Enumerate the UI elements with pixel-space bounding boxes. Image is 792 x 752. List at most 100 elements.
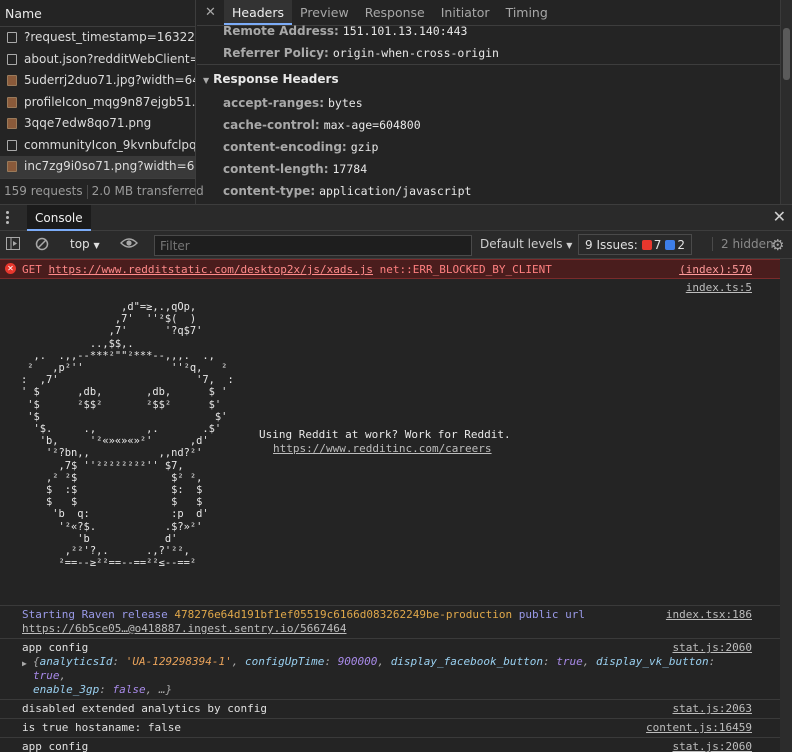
request-name: ?request_timestamp=163223.. bbox=[24, 30, 195, 44]
header-row: accept-ranges: bytes bbox=[197, 92, 780, 114]
header-value: gzip bbox=[350, 140, 379, 154]
error-url-link[interactable]: https://www.redditstatic.com/desktop2x/j… bbox=[49, 263, 374, 276]
header-key: cache-control: bbox=[223, 118, 320, 132]
eye-icon[interactable] bbox=[120, 236, 138, 254]
header-key: content-encoding: bbox=[223, 140, 347, 154]
tab-console[interactable]: Console bbox=[27, 205, 91, 231]
console-output: ✕ GET https://www.redditstatic.com/deskt… bbox=[0, 259, 792, 752]
header-value: application/javascript bbox=[319, 184, 472, 198]
sidebar-toggle-icon[interactable] bbox=[6, 237, 20, 254]
raven-release-hash: 478276e64d191bf1ef05519c6166d083262249be… bbox=[174, 608, 513, 621]
doc-icon bbox=[7, 139, 17, 151]
raven-prefix: Starting Raven release bbox=[22, 608, 168, 621]
name-column-header[interactable]: Name bbox=[0, 0, 195, 27]
request-row[interactable]: communityIcon_9kvnbufclpq6 bbox=[0, 135, 195, 157]
response-headers-toggle[interactable]: ▼ Response Headers bbox=[197, 64, 780, 92]
raven-mid-text: public url bbox=[518, 608, 585, 621]
header-key: content-type: bbox=[223, 184, 316, 198]
doc-icon bbox=[7, 32, 17, 43]
app-config-2-label: app config bbox=[22, 740, 89, 752]
header-key: accept-ranges: bbox=[223, 96, 324, 110]
raven-source-link[interactable]: index.tsx:186 bbox=[666, 608, 752, 622]
header-value: max-age=604800 bbox=[323, 118, 421, 132]
hidden-count: 2 hidden bbox=[712, 237, 774, 251]
context-selector[interactable]: top ▼ bbox=[70, 237, 100, 251]
app-config-object[interactable]: ▶ {analyticsId: 'UA-129298394-1', configU… bbox=[22, 655, 752, 697]
request-name: inc7zg9i0so71.png?width=64. bbox=[24, 159, 195, 173]
issues-info-count: 2 bbox=[677, 238, 686, 252]
log-levels-dropdown[interactable]: Default levels ▼ bbox=[480, 237, 572, 251]
image-icon bbox=[7, 96, 17, 108]
expand-arrow-icon[interactable]: ▶ bbox=[22, 657, 27, 671]
drawer-tabbar: Console ✕ bbox=[0, 204, 792, 231]
error-badge-icon bbox=[641, 240, 652, 250]
response-headers-title: Response Headers bbox=[213, 72, 339, 86]
app-config-source-link[interactable]: stat.js:2060 bbox=[673, 641, 752, 655]
issues-label: 9 Issues: bbox=[585, 238, 638, 252]
disabled-source-link[interactable]: stat.js:2063 bbox=[673, 702, 752, 716]
request-row[interactable]: about.json?redditWebClient=.. bbox=[0, 49, 195, 71]
request-detail: ✕ Headers Preview Response Initiator Timing … bbox=[197, 0, 780, 204]
work-for-reddit-text: Using Reddit at work? Work for Reddit. bbox=[259, 428, 511, 441]
hostname-text: is true hostaname: false bbox=[22, 721, 181, 734]
header-key: content-length: bbox=[223, 162, 329, 176]
more-menu-icon[interactable] bbox=[6, 211, 10, 225]
doc-icon bbox=[7, 53, 17, 65]
network-summary: 159 requests 2.0 MB transferred bbox=[0, 178, 204, 204]
header-value: origin-when-cross-origin bbox=[332, 46, 499, 60]
disabled-text: disabled extended analytics by config bbox=[22, 702, 268, 715]
request-row[interactable]: inc7zg9i0so71.png?width=64. bbox=[0, 156, 195, 178]
request-list: Name ?request_timestamp=163223.. about.js… bbox=[0, 0, 204, 204]
console-toolbar: top ▼ Default levels ▼ 9 Issues: 7 2 2 hid… bbox=[0, 231, 792, 259]
header-row: Referrer Policy: origin-when-cross-origin bbox=[197, 42, 780, 64]
reddit-ascii-art: ,d"=≥,.,qOp, ,7' ''²$( ) ,7' '?q$7' ..,$… bbox=[21, 301, 234, 570]
hostname-source-link[interactable]: content.js:16459 bbox=[646, 721, 752, 735]
tab-headers[interactable]: Headers bbox=[224, 0, 293, 25]
header-row: cache-control: max-age=604800 bbox=[197, 114, 780, 136]
header-key: Remote Address: bbox=[223, 24, 339, 38]
tab-timing[interactable]: Timing bbox=[498, 0, 556, 25]
context-value: top bbox=[70, 237, 90, 251]
gear-icon[interactable]: ⚙ bbox=[771, 236, 784, 254]
app-config-label: app config bbox=[22, 641, 89, 654]
error-source-link[interactable]: (index):570 bbox=[679, 262, 752, 277]
careers-link[interactable]: https://www.redditinc.com/careers bbox=[273, 442, 492, 455]
request-rows: ?request_timestamp=163223.. about.json?re… bbox=[0, 27, 195, 178]
header-row: content-encoding: gzip bbox=[197, 136, 780, 158]
app-config-2-source-link[interactable]: stat.js:2060 bbox=[673, 740, 752, 752]
header-row: content-type: application/javascript bbox=[197, 180, 780, 202]
request-row[interactable]: 3qqe7edw8qo71.png bbox=[0, 113, 195, 135]
ascii-source-link[interactable]: index.ts:5 bbox=[686, 281, 752, 294]
close-drawer-icon[interactable]: ✕ bbox=[773, 207, 786, 226]
tab-preview[interactable]: Preview bbox=[292, 0, 357, 25]
app-config-message-2: stat.js:2060 app config bbox=[0, 738, 792, 752]
console-scrollbar[interactable] bbox=[780, 259, 792, 752]
tab-initiator[interactable]: Initiator bbox=[433, 0, 498, 25]
tab-response[interactable]: Response bbox=[357, 0, 433, 25]
header-value: 151.101.13.140:443 bbox=[342, 24, 468, 38]
request-row[interactable]: 5uderrj2duo71.jpg?width=64.. bbox=[0, 70, 195, 92]
filter-input[interactable] bbox=[154, 235, 472, 256]
detail-tabs: ✕ Headers Preview Response Initiator Timing bbox=[197, 0, 780, 26]
disabled-analytics-message: stat.js:2063 disabled extended analytics… bbox=[0, 700, 792, 719]
ascii-art-message: index.ts:5 ,d"=≥,.,qOp, ,7' ''²$( ) ,7' … bbox=[0, 279, 792, 606]
error-reason: net::ERR_BLOCKED_BY_CLIENT bbox=[379, 263, 552, 276]
transferred-size: 2.0 MB transferred bbox=[91, 184, 204, 198]
error-icon: ✕ bbox=[5, 263, 16, 274]
close-detail-icon[interactable]: ✕ bbox=[197, 0, 224, 25]
clear-console-icon[interactable] bbox=[35, 237, 49, 255]
request-name: about.json?redditWebClient=.. bbox=[24, 51, 195, 66]
response-headers-list: accept-ranges: bytes cache-control: max-age… bbox=[197, 92, 780, 202]
request-row[interactable]: profileIcon_mqg9n87ejgb51.p bbox=[0, 92, 195, 114]
issues-button[interactable]: 9 Issues: 7 2 bbox=[578, 234, 693, 255]
raven-message: index.tsx:186 Starting Raven release 478… bbox=[0, 606, 792, 639]
detail-scrollbar[interactable] bbox=[780, 0, 792, 204]
scrollbar-thumb[interactable] bbox=[783, 28, 790, 80]
header-row: Remote Address: 151.101.13.140:443 bbox=[197, 24, 780, 42]
header-row: content-length: 17784 bbox=[197, 158, 780, 180]
sentry-url-link[interactable]: https://6b5ce05…@o418887.ingest.sentry.i… bbox=[22, 622, 347, 635]
dropdown-arrow-icon: ▼ bbox=[566, 241, 573, 250]
hostname-message: content.js:16459 is true hostaname: fals… bbox=[0, 719, 792, 738]
issues-error-count: 7 bbox=[653, 238, 662, 252]
request-row[interactable]: ?request_timestamp=163223.. bbox=[0, 27, 195, 49]
